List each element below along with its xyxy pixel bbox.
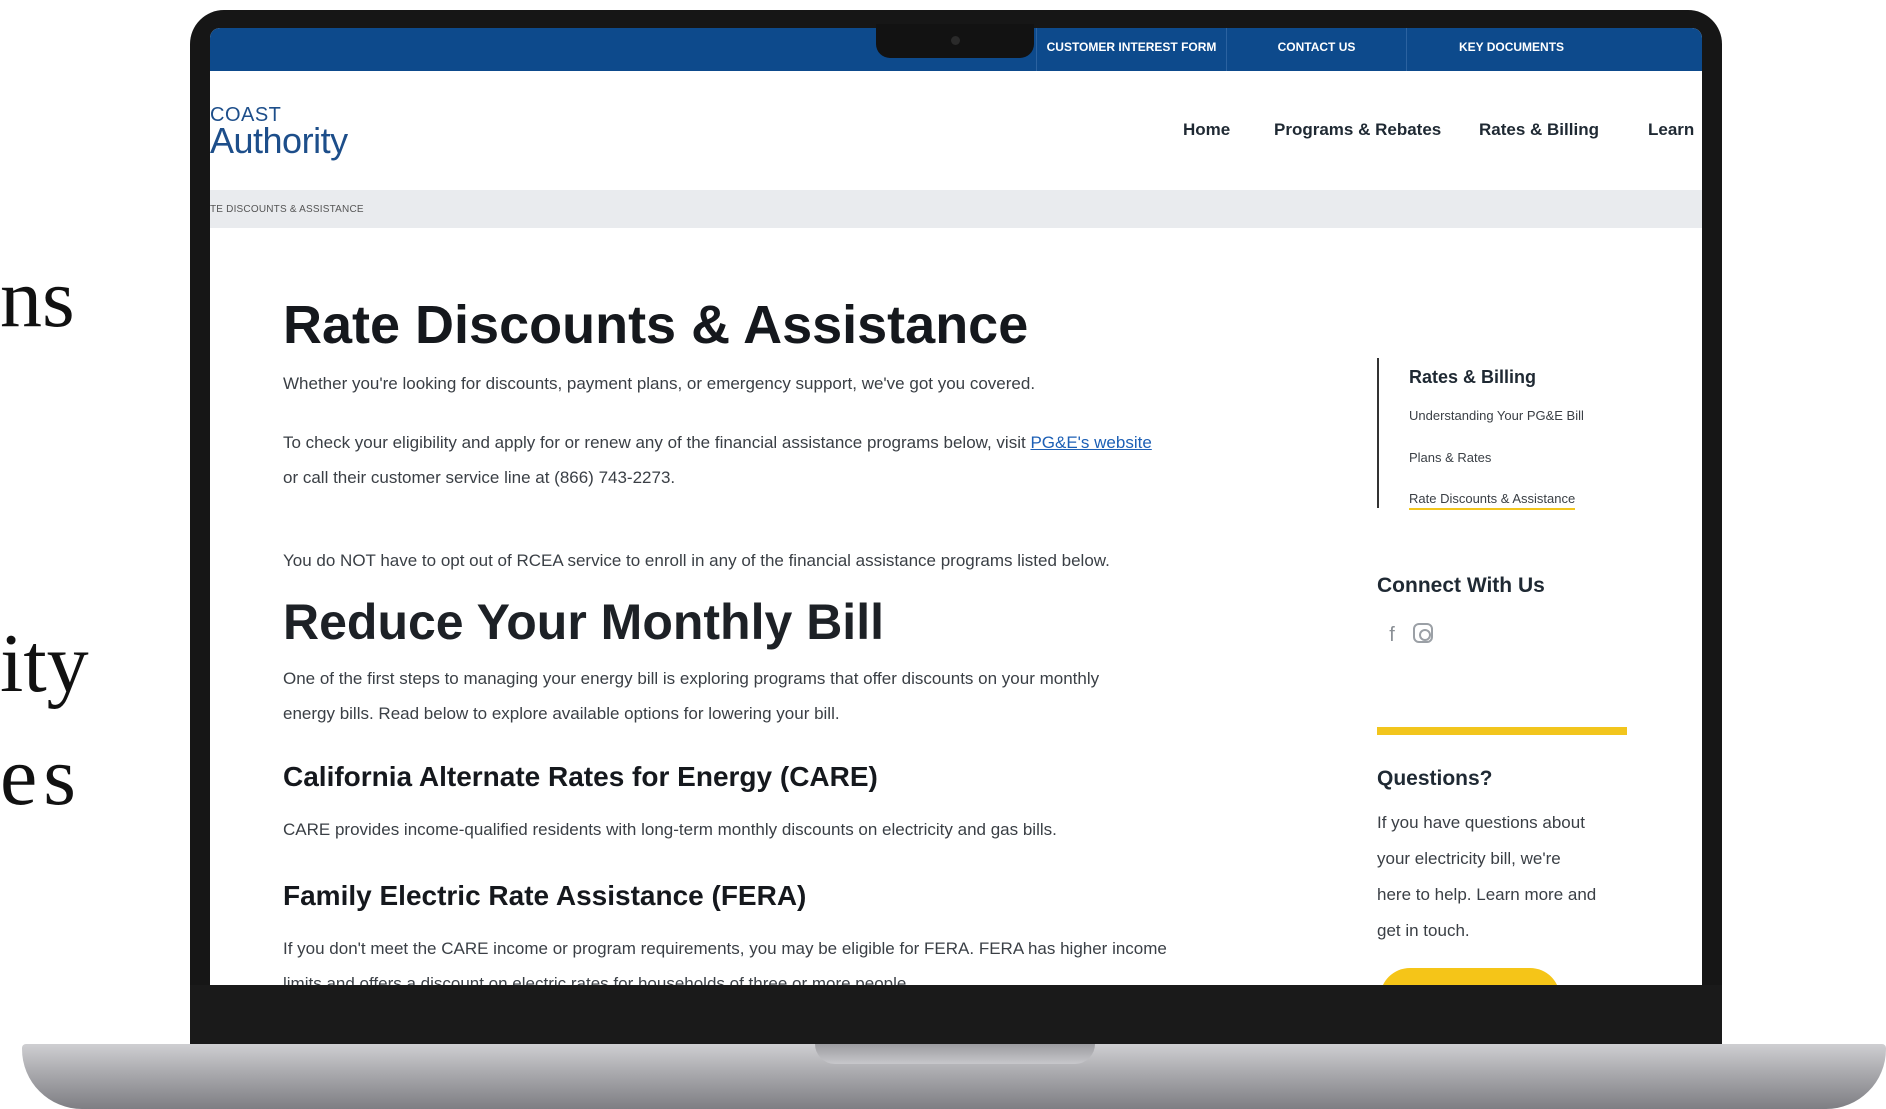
eligibility-text: To check your eligibility and apply for … <box>283 425 1283 495</box>
questions-text: If you have questions about your electri… <box>1377 805 1637 949</box>
contact-button[interactable] <box>1380 968 1560 985</box>
breadcrumb-current: TE DISCOUNTS & ASSISTANCE <box>210 204 364 215</box>
eligibility-text-end: or call their customer service line at (… <box>283 468 676 487</box>
laptop-chin <box>190 985 1722 1045</box>
section-title: Reduce Your Monthly Bill <box>283 594 884 650</box>
eligibility-text-start: To check your eligibility and apply for … <box>283 433 1031 452</box>
laptop-base-notch <box>815 1044 1095 1064</box>
nav-rates-billing[interactable]: Rates & Billing <box>1479 120 1599 140</box>
pge-website-link[interactable]: PG&E's website <box>1030 433 1151 452</box>
section-text-line-2: energy bills. Read below to explore avai… <box>283 704 840 723</box>
questions-line-2: your electricity bill, we're <box>1377 849 1561 868</box>
nav-home[interactable]: Home <box>1183 120 1230 140</box>
slide-text-fragment-1: ns <box>0 252 75 345</box>
questions-title: Questions? <box>1377 767 1493 790</box>
sidebar-item-rate-discounts[interactable]: Rate Discounts & Assistance <box>1409 491 1576 510</box>
instagram-icon[interactable] <box>1413 623 1433 643</box>
facebook-icon[interactable]: f <box>1380 623 1404 647</box>
camera-icon <box>951 36 960 45</box>
fera-text-line-1: If you don't meet the CARE income or pro… <box>283 939 1167 958</box>
logo-line-2[interactable]: Authority <box>210 120 348 162</box>
questions-line-1: If you have questions about <box>1377 813 1585 832</box>
sidebar-item-plans-rates[interactable]: Plans & Rates <box>1409 450 1491 465</box>
sidebar-accent-bar <box>1377 727 1627 735</box>
customer-interest-form-link[interactable]: CUSTOMER INTEREST FORM <box>1036 28 1226 71</box>
care-text: CARE provides income-qualified residents… <box>283 820 1057 839</box>
sidebar-item-understanding-bill[interactable]: Understanding Your PG&E Bill <box>1409 408 1584 423</box>
sidebar-title[interactable]: Rates & Billing <box>1409 367 1536 388</box>
breadcrumb: TE DISCOUNTS & ASSISTANCE <box>210 190 1702 228</box>
nav-programs-rebates[interactable]: Programs & Rebates <box>1274 120 1441 140</box>
section-text-line-1: One of the first steps to managing your … <box>283 669 1100 688</box>
laptop-screen: CUSTOMER INTEREST FORM CONTACT US KEY DO… <box>210 28 1702 985</box>
fera-title: Family Electric Rate Assistance (FERA) <box>283 880 807 911</box>
slide-text-fragment-3: es <box>0 730 82 823</box>
sidebar-divider <box>1377 358 1379 508</box>
slide-text-fragment-2: ity <box>0 617 89 710</box>
contact-us-link[interactable]: CONTACT US <box>1226 28 1406 71</box>
connect-title: Connect With Us <box>1377 574 1545 597</box>
nav-learn[interactable]: Learn <box>1648 120 1694 140</box>
camera-notch <box>876 24 1034 58</box>
key-documents-link[interactable]: KEY DOCUMENTS <box>1406 28 1616 71</box>
fera-text-line-2: limits and offers a discount on electric… <box>283 974 912 985</box>
opt-out-text: You do NOT have to opt out of RCEA servi… <box>283 551 1110 570</box>
care-title: California Alternate Rates for Energy (C… <box>283 761 878 792</box>
questions-line-3: here to help. Learn more and <box>1377 885 1597 904</box>
page-title: Rate Discounts & Assistance <box>283 295 1029 355</box>
intro-text: Whether you're looking for discounts, pa… <box>283 374 1036 393</box>
questions-line-4: get in touch. <box>1377 921 1470 940</box>
